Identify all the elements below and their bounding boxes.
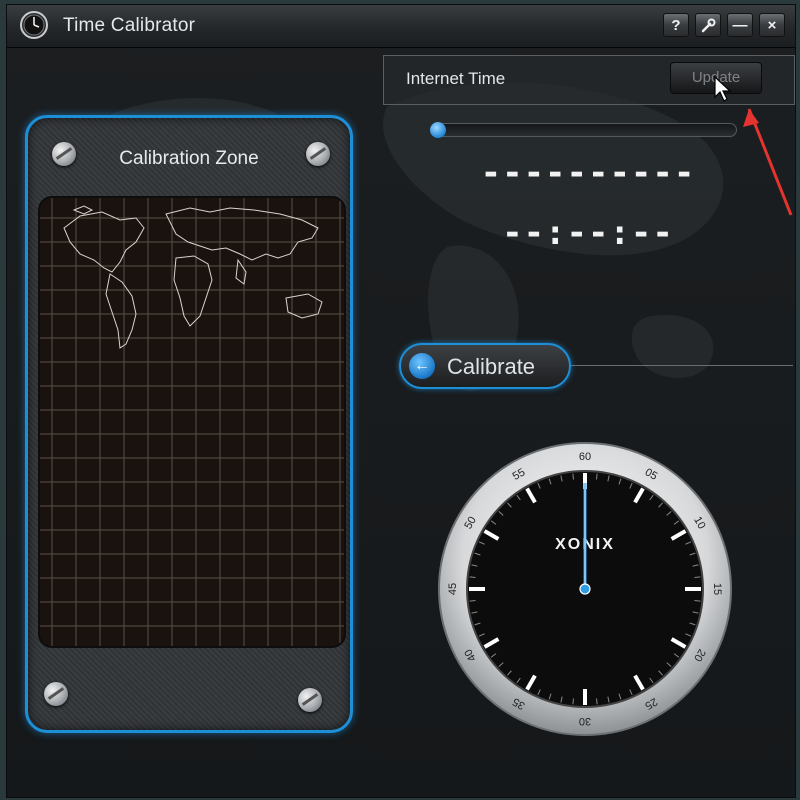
title-bar[interactable]: Time Calibrator ? — × bbox=[7, 5, 795, 48]
calibrate-label: Calibrate bbox=[447, 354, 536, 379]
wrench-icon bbox=[701, 18, 716, 33]
screw-top-right-icon bbox=[306, 142, 330, 166]
clock-number: 15 bbox=[711, 583, 723, 595]
screw-bottom-left-icon bbox=[44, 682, 68, 706]
sync-progress-bar bbox=[430, 122, 737, 138]
calibrate-divider bbox=[567, 365, 793, 366]
app-window: Time Calibrator ? — × Calibration Zone I… bbox=[6, 4, 796, 798]
clock-number: 45 bbox=[447, 583, 459, 595]
mouse-cursor-icon bbox=[714, 75, 732, 102]
calibrate-button[interactable]: ← Calibrate bbox=[399, 343, 571, 389]
calibration-grid-screen[interactable] bbox=[38, 196, 346, 648]
clock-number: 60 bbox=[579, 451, 591, 463]
clock-center-pin bbox=[579, 583, 591, 595]
clock-icon bbox=[20, 11, 48, 39]
calibration-zone-panel: Calibration Zone bbox=[25, 115, 353, 733]
internet-time-label: Internet Time bbox=[406, 69, 506, 88]
help-button[interactable]: ? bbox=[663, 13, 689, 37]
clock-number: 30 bbox=[579, 715, 591, 727]
clock-minor-tick bbox=[694, 576, 701, 578]
arrow-left-icon: ← bbox=[409, 353, 435, 379]
clock-minor-tick bbox=[572, 473, 574, 480]
analog-clock: 600510152025303540455055 XONIX bbox=[438, 442, 732, 736]
clock-minor-tick bbox=[469, 576, 476, 578]
progress-knob bbox=[430, 122, 446, 138]
clock-minor-tick bbox=[596, 698, 598, 705]
minimize-button[interactable]: — bbox=[727, 13, 753, 37]
calibration-zone-title: Calibration Zone bbox=[119, 148, 259, 169]
clock-minor-tick bbox=[469, 600, 476, 602]
clock-minor-tick bbox=[596, 473, 598, 480]
screw-bottom-right-icon bbox=[298, 688, 322, 712]
clock-minor-tick bbox=[572, 698, 574, 705]
window-title: Time Calibrator bbox=[63, 15, 196, 36]
clock-minor-tick bbox=[694, 600, 701, 602]
world-grid-map bbox=[40, 198, 344, 646]
screw-top-left-icon bbox=[52, 142, 76, 166]
settings-button[interactable] bbox=[695, 13, 721, 37]
close-button[interactable]: × bbox=[759, 13, 785, 37]
